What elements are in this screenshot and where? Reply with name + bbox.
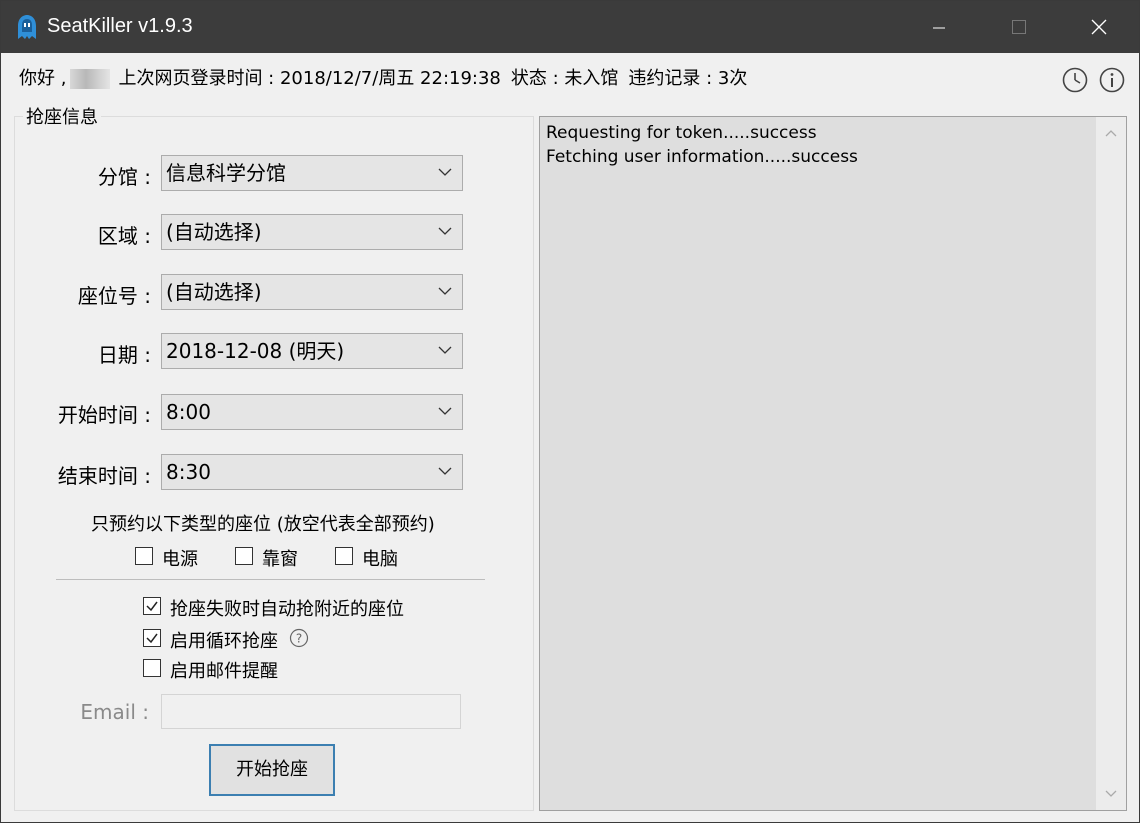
minimize-button[interactable] — [899, 1, 979, 53]
date-label: 日期 : — [97, 343, 151, 367]
auto-nearby-checkbox[interactable] — [143, 597, 161, 615]
close-button[interactable] — [1059, 1, 1139, 53]
violation-record-text: 违约记录 : 3次 — [628, 68, 748, 89]
app-ghost-icon — [18, 15, 36, 39]
window-checkbox-label[interactable]: 靠窗 — [262, 545, 298, 571]
maximize-icon — [1012, 20, 1026, 34]
seat-number-select-value: (自动选择) — [166, 280, 262, 304]
auto-nearby-label[interactable]: 抢座失败时自动抢附近的座位 — [170, 595, 404, 621]
power-checkbox[interactable] — [135, 547, 153, 565]
seat-number-select[interactable]: (自动选择) — [161, 274, 463, 310]
greeting-text: 你好 , — [19, 68, 67, 89]
window-checkbox[interactable] — [235, 547, 253, 565]
end-time-select-value: 8:30 — [166, 460, 211, 484]
maximize-button[interactable] — [979, 1, 1059, 53]
start-time-label: 开始时间 : — [57, 403, 151, 427]
checkmark-icon — [146, 633, 158, 644]
branch-select[interactable]: 信息科学分馆 — [161, 155, 463, 191]
log-panel[interactable]: Requesting for token.....success Fetchin… — [539, 116, 1127, 811]
area-select[interactable]: (自动选择) — [161, 214, 463, 250]
date-select-value: 2018-12-08 (明天) — [166, 339, 345, 363]
clock-icon[interactable] — [1062, 67, 1088, 93]
close-icon — [1091, 19, 1107, 35]
area-select-value: (自动选择) — [166, 220, 262, 244]
start-grab-button[interactable]: 开始抢座 — [209, 744, 335, 796]
blurred-username — [70, 69, 111, 89]
chevron-down-icon — [438, 467, 452, 475]
end-time-select[interactable]: 8:30 — [161, 454, 463, 490]
last-login-text: 上次网页登录时间 : 2018/12/7/周五 22:19:38 — [118, 68, 501, 89]
status-text: 状态 : 未入馆 — [510, 68, 619, 89]
app-window: SeatKiller v1.9.3 你好 , 上次网页登录时间 : 2018/12… — [0, 0, 1140, 823]
seat-number-label: 座位号 : — [77, 284, 151, 308]
chevron-down-icon[interactable] — [1105, 790, 1117, 798]
chevron-down-icon — [438, 227, 452, 235]
computer-checkbox[interactable] — [335, 547, 353, 565]
log-scrollbar[interactable] — [1096, 117, 1126, 810]
branch-label: 分馆 : — [97, 165, 151, 189]
user-info-bar: 你好 , 上次网页登录时间 : 2018/12/7/周五 22:19:38 状态 :… — [19, 67, 747, 91]
log-line: Requesting for token.....success — [546, 123, 817, 143]
end-time-label: 结束时间 : — [57, 464, 151, 488]
loop-grab-checkbox[interactable] — [143, 629, 161, 647]
checkmark-icon — [146, 601, 158, 612]
email-notify-checkbox[interactable] — [143, 659, 161, 677]
start-time-select[interactable]: 8:00 — [161, 394, 463, 430]
chevron-down-icon — [438, 168, 452, 176]
branch-select-value: 信息科学分馆 — [166, 161, 286, 185]
help-icon[interactable]: ? — [289, 628, 309, 648]
info-icon[interactable] — [1099, 67, 1125, 93]
email-label: Email : — [80, 700, 149, 724]
chevron-down-icon — [438, 287, 452, 295]
title-bar[interactable]: SeatKiller v1.9.3 — [1, 1, 1139, 53]
chevron-down-icon — [438, 346, 452, 354]
date-select[interactable]: 2018-12-08 (明天) — [161, 333, 463, 369]
area-label: 区域 : — [97, 224, 151, 248]
svg-text:?: ? — [296, 632, 302, 646]
start-time-select-value: 8:00 — [166, 400, 211, 424]
computer-checkbox-label[interactable]: 电脑 — [362, 545, 398, 571]
loop-grab-label[interactable]: 启用循环抢座 — [170, 627, 278, 653]
log-text: Requesting for token.....success Fetchin… — [546, 121, 858, 169]
chevron-up-icon[interactable] — [1105, 129, 1117, 137]
seat-type-note: 只预约以下类型的座位 (放空代表全部预约) — [91, 514, 435, 535]
email-field — [161, 694, 461, 729]
power-checkbox-label[interactable]: 电源 — [162, 545, 198, 571]
window-title: SeatKiller v1.9.3 — [47, 15, 193, 37]
divider — [56, 579, 485, 580]
minimize-icon — [933, 27, 945, 29]
email-notify-label[interactable]: 启用邮件提醒 — [170, 657, 278, 683]
groupbox-title: 抢座信息 — [23, 103, 101, 129]
log-line: Fetching user information.....success — [546, 147, 858, 167]
chevron-down-icon — [438, 407, 452, 415]
